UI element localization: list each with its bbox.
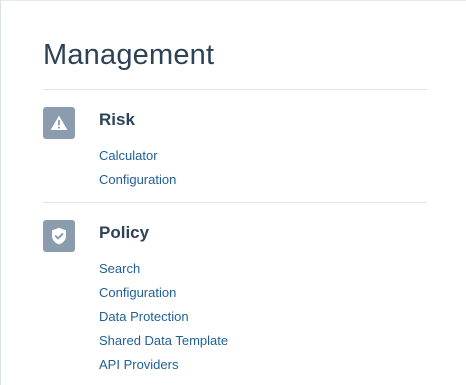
warning-icon [43,107,75,139]
shield-check-icon [43,220,75,252]
divider [43,202,427,203]
policy-api-providers-link[interactable]: API Providers [99,357,178,372]
section-title-policy: Policy [99,223,150,242]
list-item: API Providers [99,353,228,377]
section-title-risk: Risk [99,110,135,129]
divider [43,89,427,90]
management-panel: Management Risk Calculator Configuration [0,0,466,385]
policy-shared-data-template-link[interactable]: Shared Data Template [99,333,228,348]
risk-calculator-link[interactable]: Calculator [99,148,158,163]
list-item: Shared Data Template [99,329,228,353]
list-item: Calculator [99,144,176,168]
list-item: Search [99,257,228,281]
policy-data-protection-link[interactable]: Data Protection [99,309,189,324]
risk-links: Calculator Configuration [99,144,176,192]
list-item: Configuration [99,168,176,192]
policy-links: Search Configuration Data Protection Sha… [99,257,228,377]
policy-configuration-link[interactable]: Configuration [99,285,176,300]
risk-configuration-link[interactable]: Configuration [99,172,176,187]
page-title: Management [43,39,215,71]
list-item: Configuration [99,281,228,305]
policy-search-link[interactable]: Search [99,261,140,276]
list-item: Data Protection [99,305,228,329]
